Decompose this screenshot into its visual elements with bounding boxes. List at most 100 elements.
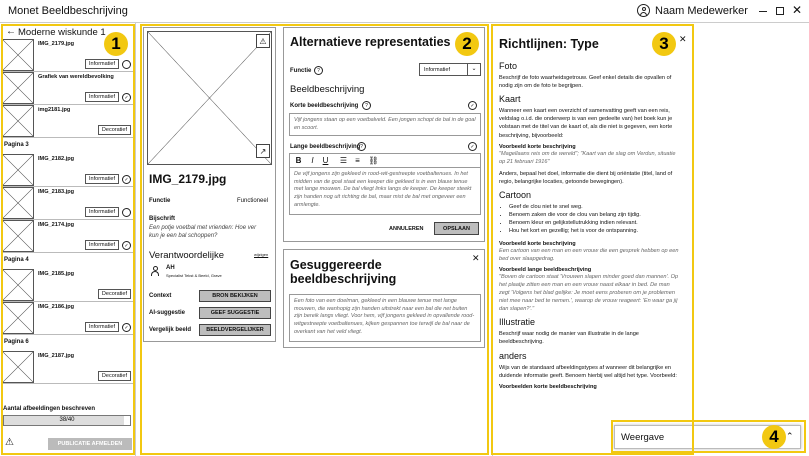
image-name: IMG_2185.jpg [38, 271, 75, 277]
list-item: Geef de clou niet te snel weg. [509, 203, 681, 211]
description-section-title: Beeldbeschrijving [290, 84, 365, 95]
short-description-label: Korte beeldbeschrijving [290, 103, 359, 109]
type-tag[interactable]: Decoratief [97, 289, 131, 299]
check-icon: ✓ [122, 175, 131, 184]
guidelines-heading: Richtlijnen: Type [499, 37, 599, 51]
unpublish-button[interactable]: PUBLICATIE AFMELDEN [48, 438, 132, 450]
close-icon[interactable]: ✕ [679, 34, 687, 45]
cancel-button[interactable]: ANNULEREN [389, 226, 424, 232]
close-icon[interactable]: ✕ [472, 253, 480, 264]
help-icon[interactable]: ? [362, 101, 371, 110]
image-compare-button[interactable]: BEELDVERGELIJKER [199, 324, 271, 336]
image-thumbnail [2, 39, 34, 71]
alt-heading: Alternatieve representaties [290, 35, 451, 49]
help-icon[interactable]: ? [314, 66, 323, 75]
user-icon[interactable] [637, 4, 650, 17]
page-heading: Pagina 6 [4, 339, 29, 345]
chevron-down-icon: ⌄ [467, 64, 480, 75]
type-tag[interactable]: Decoratief [97, 371, 131, 381]
check-icon: ✓ [122, 323, 131, 332]
guidelines-panel: Richtlijnen: Type ✕ Foto Beschrijf de fo… [492, 25, 692, 456]
type-tag[interactable]: Informatief [85, 174, 119, 184]
save-button[interactable]: OPSLAAN [434, 222, 479, 235]
bold-icon[interactable]: B [293, 155, 304, 166]
list-item: Hou het kort en gezellig; het is voor de… [509, 227, 681, 235]
image-name: IMG_2174.jpg [38, 222, 75, 228]
list-item[interactable]: IMG_2182.jpg Informatief ✓ [2, 154, 133, 187]
reviewer-change-link[interactable]: wijzigen [254, 252, 268, 257]
section-kaart-text: Wanneer een kaart een overzicht of samen… [499, 108, 673, 139]
context-label: Context [149, 293, 172, 299]
image-name: IMG_2186.jpg [38, 304, 75, 310]
app-title: Monet Beeldbeschrijving [8, 5, 128, 17]
warning-icon[interactable]: ⚠ [5, 437, 14, 448]
reviewer-label: Verantwoordelijke [149, 250, 224, 261]
suggested-description-text: Een foto van een doelman, gekleed in een… [289, 294, 481, 342]
section-anders-text: Wijs van de standaard afbeeldingstypes a… [499, 364, 677, 379]
list-item[interactable]: IMG_2185.jpg Decoratief [2, 269, 133, 302]
marker-4: 4 [762, 425, 786, 449]
give-suggestion-button[interactable]: GEEF SUGGESTIE [199, 307, 271, 319]
type-tag[interactable]: Informatief [85, 240, 119, 250]
list-item[interactable]: img2181.jpg Decoratief [2, 105, 133, 138]
type-tag[interactable]: Informatief [85, 59, 119, 69]
open-external-icon[interactable]: ↗ [256, 144, 270, 158]
list-item[interactable]: IMG_2186.jpg Informatief ✓ [2, 302, 133, 335]
ai-suggestion-label: AI-suggestie [149, 310, 186, 316]
type-tag[interactable]: Informatief [85, 207, 119, 217]
image-thumbnail [2, 187, 34, 219]
type-tag[interactable]: Decoratief [97, 125, 131, 135]
check-icon: ✓ [122, 93, 131, 102]
function-value[interactable]: Functioneel [237, 198, 268, 204]
short-description-field[interactable]: Vijf jongens staan op een voetbalveld. E… [289, 113, 481, 136]
maximize-icon[interactable] [776, 7, 784, 15]
page-heading: Pagina 3 [4, 142, 29, 148]
list-item[interactable]: Grafiek van wereldbevolking Informatief ✓ [2, 72, 133, 105]
section-anders-heading: anders [499, 350, 527, 361]
list-item[interactable]: IMG_2183.jpg Informatief [2, 187, 133, 220]
anders-examples-label: Voorbeelden korte beeldbeschrijving [499, 383, 597, 390]
suggested-heading-line1: Gesuggereerde [290, 258, 382, 272]
back-arrow-icon[interactable]: ← [6, 26, 16, 37]
user-name[interactable]: Naam Medewerker [655, 5, 748, 17]
page-heading: Pagina 4 [4, 257, 29, 263]
warning-icon[interactable]: ⚠ [256, 34, 270, 48]
check-icon: ✓ [122, 241, 131, 250]
function-select-value: Informatief [424, 67, 450, 73]
type-tag[interactable]: Informatief [85, 92, 119, 102]
status-circle-icon [122, 208, 131, 217]
chevron-up-icon: ⌃ [786, 431, 794, 441]
view-label: Weergave [621, 432, 665, 443]
progress-text: 38/40 [59, 417, 75, 423]
image-thumbnail [2, 154, 34, 186]
numbered-list-icon[interactable]: ≡ [352, 155, 363, 166]
view-source-button[interactable]: BRON BEKIJKEN [199, 290, 271, 302]
avatar-icon [150, 266, 160, 276]
long-description-field[interactable]: De vijf jongens zijn gekleed in rood-wit… [289, 167, 481, 215]
underline-icon[interactable]: U [320, 155, 331, 166]
list-item[interactable]: IMG_2174.jpg Informatief ✓ [2, 220, 133, 253]
italic-icon[interactable]: I [307, 155, 318, 166]
image-filename: IMG_2179.jpg [149, 172, 227, 186]
reviewer-initials: AH [166, 265, 175, 271]
sidebar: ← Moderne wiskunde 1 IMG_2179.jpg Informa… [0, 23, 136, 456]
progress-section: Aantal afbeeldingen beschreven 38/40 [3, 406, 133, 426]
marker-3: 3 [652, 32, 676, 56]
list-item: Benoem kleur en gelijkstellutrukking ind… [509, 219, 681, 227]
marker-2: 2 [455, 32, 479, 56]
cartoon-list: Geef de clou niet te snel weg. Benoem za… [499, 203, 681, 235]
minimize-icon[interactable] [759, 11, 767, 12]
alt-function-label: Functie [290, 68, 312, 74]
compare-label: Vergelijk beeld [149, 327, 192, 333]
help-icon[interactable]: ? [357, 142, 366, 151]
marker-1: 1 [104, 32, 128, 56]
link-icon[interactable]: ⛓ [368, 155, 379, 166]
caption-text: Een potje voetbal met vrienden: Hoe ver … [149, 225, 257, 240]
close-window-icon[interactable]: ✕ [792, 3, 802, 17]
bullet-list-icon[interactable]: ☰ [338, 155, 349, 166]
list-item[interactable]: IMG_2187.jpg Decoratief [2, 351, 133, 384]
suggested-heading-line2: beeldbeschrijving [290, 272, 397, 286]
type-tag[interactable]: Informatief [85, 322, 119, 332]
function-select[interactable]: Informatief ⌄ [419, 63, 481, 76]
cartoon-short-example: Een cartoon van een man en een vrouw die… [499, 247, 679, 262]
